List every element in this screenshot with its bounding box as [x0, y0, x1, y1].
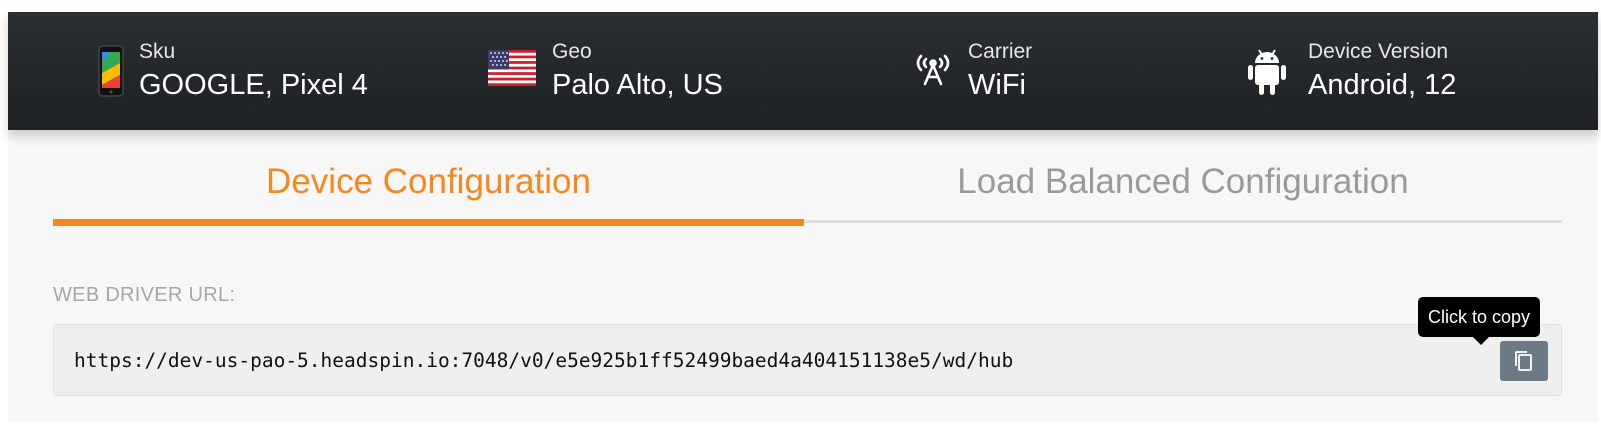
web-driver-url-field[interactable]: https://dev-us-pao-5.headspin.io:7048/v0…: [53, 324, 1562, 396]
header-item-geo: Geo Palo Alto, US: [488, 12, 788, 130]
geo-value: Palo Alto, US: [552, 69, 723, 101]
web-driver-url-label: WEB DRIVER URL:: [53, 284, 236, 306]
sku-label: Sku: [139, 40, 176, 63]
device-version-value: Android, 12: [1308, 69, 1457, 101]
device-version-label: Device Version: [1308, 40, 1449, 63]
antenna-icon: [913, 52, 953, 91]
sku-value: GOOGLE, Pixel 4: [139, 69, 368, 101]
device-info-header: Sku GOOGLE, Pixel 4 Geo Palo Alto, US Ca…: [8, 12, 1598, 130]
carrier-value: WiFi: [968, 69, 1026, 101]
header-item-device-version: Device Version Android, 12: [1248, 12, 1548, 130]
device-panel: Sku GOOGLE, Pixel 4 Geo Palo Alto, US Ca…: [8, 12, 1598, 422]
phone-icon: [98, 45, 124, 102]
header-item-carrier: Carrier WiFi: [913, 12, 1163, 130]
copy-tooltip: Click to copy: [1418, 297, 1540, 345]
tab-load-balanced-configuration[interactable]: Load Balanced Configuration: [804, 162, 1562, 202]
us-flag-icon: [488, 50, 536, 91]
header-item-sku: Sku GOOGLE, Pixel 4: [98, 12, 398, 130]
web-driver-url-value[interactable]: https://dev-us-pao-5.headspin.io:7048/v0…: [74, 349, 1013, 372]
tab-active-indicator: [53, 219, 804, 226]
tab-device-configuration[interactable]: Device Configuration: [53, 162, 804, 202]
copy-icon: [1515, 351, 1532, 371]
android-icon: [1248, 47, 1286, 100]
carrier-label: Carrier: [968, 40, 1033, 63]
geo-label: Geo: [552, 40, 592, 63]
copy-button[interactable]: [1500, 341, 1548, 381]
